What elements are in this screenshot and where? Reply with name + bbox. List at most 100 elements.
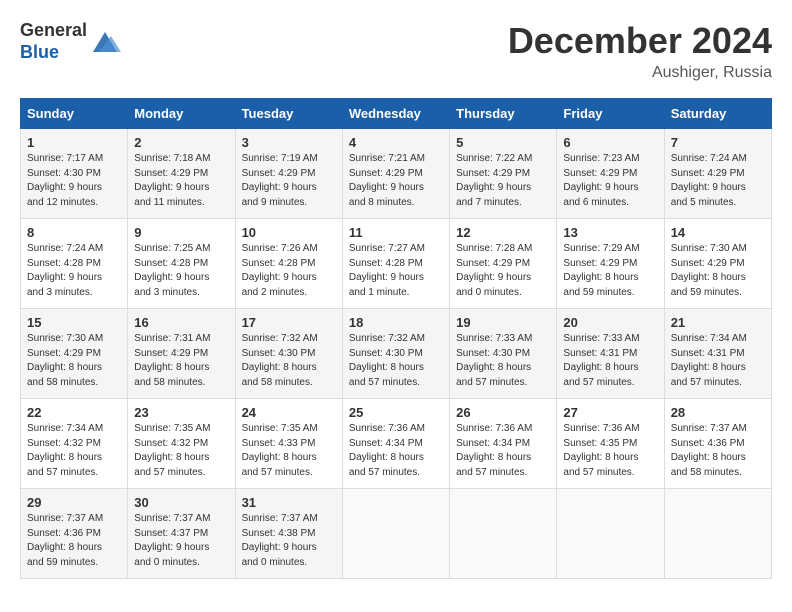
calendar-cell: 25Sunrise: 7:36 AMSunset: 4:34 PMDayligh…: [342, 399, 449, 489]
day-info: Sunrise: 7:37 AMSunset: 4:38 PMDaylight:…: [242, 512, 336, 570]
day-number: 20: [563, 315, 657, 330]
calendar-cell: 20 Sunrise: 7:33 AMSunset: 4:31 PMDayligh…: [557, 309, 664, 399]
day-number: 1: [27, 135, 121, 150]
day-number: 14: [671, 225, 765, 240]
calendar-week-1: 1Sunrise: 7:17 AMSunset: 4:30 PMDaylight…: [21, 129, 772, 219]
day-info: Sunrise: 7:37 AMSunset: 4:36 PMDaylight:…: [27, 512, 121, 570]
title-area: December 2024 Aushiger, Russia: [508, 20, 772, 82]
day-info: Sunrise: 7:31 AMSunset: 4:29 PMDaylight:…: [134, 332, 228, 390]
calendar-cell: 24 Sunrise: 7:35 AMSunset: 4:33 PMDayligh…: [235, 399, 342, 489]
calendar-cell: 30 Sunrise: 7:37 AMSunset: 4:37 PMDayligh…: [128, 489, 235, 579]
weekday-header-sunday: Sunday: [21, 99, 128, 129]
day-number: 8: [27, 225, 121, 240]
day-info: Sunrise: 7:24 AMSunset: 4:28 PMDaylight:…: [27, 242, 121, 300]
day-number: 13: [563, 225, 657, 240]
calendar-cell: [664, 489, 771, 579]
day-info: Sunrise: 7:30 AMSunset: 4:29 PMDaylight:…: [671, 242, 765, 300]
calendar-cell: 18 Sunrise: 7:32 AMSunset: 4:30 PMDayligh…: [342, 309, 449, 399]
day-number: 22: [27, 405, 121, 420]
day-number: 31: [242, 495, 336, 510]
day-info: Sunrise: 7:28 AMSunset: 4:29 PMDaylight:…: [456, 242, 550, 300]
calendar-cell: 3 Sunrise: 7:19 AMSunset: 4:29 PMDaylight…: [235, 129, 342, 219]
day-number: 30: [134, 495, 228, 510]
calendar-body: 1Sunrise: 7:17 AMSunset: 4:30 PMDaylight…: [21, 129, 772, 579]
day-number: 24: [242, 405, 336, 420]
day-number: 10: [242, 225, 336, 240]
calendar-cell: [557, 489, 664, 579]
calendar-cell: 5Sunrise: 7:22 AMSunset: 4:29 PMDaylight…: [450, 129, 557, 219]
day-number: 21: [671, 315, 765, 330]
day-number: 17: [242, 315, 336, 330]
calendar-cell: 17 Sunrise: 7:32 AMSunset: 4:30 PMDayligh…: [235, 309, 342, 399]
weekday-header-monday: Monday: [128, 99, 235, 129]
calendar-cell: 11 Sunrise: 7:27 AMSunset: 4:28 PMDayligh…: [342, 219, 449, 309]
weekday-header-friday: Friday: [557, 99, 664, 129]
day-info: Sunrise: 7:18 AMSunset: 4:29 PMDaylight:…: [134, 152, 228, 210]
day-info: Sunrise: 7:33 AMSunset: 4:31 PMDaylight:…: [563, 332, 657, 390]
day-info: Sunrise: 7:27 AMSunset: 4:28 PMDaylight:…: [349, 242, 443, 300]
day-info: Sunrise: 7:29 AMSunset: 4:29 PMDaylight:…: [563, 242, 657, 300]
weekday-header-row: SundayMondayTuesdayWednesdayThursdayFrid…: [21, 99, 772, 129]
day-info: Sunrise: 7:19 AMSunset: 4:29 PMDaylight:…: [242, 152, 336, 210]
calendar-week-2: 8 Sunrise: 7:24 AMSunset: 4:28 PMDaylight…: [21, 219, 772, 309]
day-info: Sunrise: 7:26 AMSunset: 4:28 PMDaylight:…: [242, 242, 336, 300]
header: General Blue December 2024 Aushiger, Rus…: [20, 20, 772, 82]
day-info: Sunrise: 7:23 AMSunset: 4:29 PMDaylight:…: [563, 152, 657, 210]
calendar-cell: 15Sunrise: 7:30 AMSunset: 4:29 PMDayligh…: [21, 309, 128, 399]
day-number: 26: [456, 405, 550, 420]
day-number: 16: [134, 315, 228, 330]
day-info: Sunrise: 7:34 AMSunset: 4:31 PMDaylight:…: [671, 332, 765, 390]
day-info: Sunrise: 7:21 AMSunset: 4:29 PMDaylight:…: [349, 152, 443, 210]
day-info: Sunrise: 7:33 AMSunset: 4:30 PMDaylight:…: [456, 332, 550, 390]
calendar-cell: [342, 489, 449, 579]
calendar-cell: 27Sunrise: 7:36 AMSunset: 4:35 PMDayligh…: [557, 399, 664, 489]
weekday-header-wednesday: Wednesday: [342, 99, 449, 129]
location: Aushiger, Russia: [508, 64, 772, 82]
calendar-cell: 31 Sunrise: 7:37 AMSunset: 4:38 PMDayligh…: [235, 489, 342, 579]
calendar-cell: 23Sunrise: 7:35 AMSunset: 4:32 PMDayligh…: [128, 399, 235, 489]
calendar-cell: 9Sunrise: 7:25 AMSunset: 4:28 PMDaylight…: [128, 219, 235, 309]
logo-blue: Blue: [20, 42, 59, 62]
calendar-cell: 4 Sunrise: 7:21 AMSunset: 4:29 PMDaylight…: [342, 129, 449, 219]
day-info: Sunrise: 7:36 AMSunset: 4:35 PMDaylight:…: [563, 422, 657, 480]
calendar-cell: 13 Sunrise: 7:29 AMSunset: 4:29 PMDayligh…: [557, 219, 664, 309]
calendar-week-3: 15Sunrise: 7:30 AMSunset: 4:29 PMDayligh…: [21, 309, 772, 399]
day-number: 19: [456, 315, 550, 330]
day-info: Sunrise: 7:25 AMSunset: 4:28 PMDaylight:…: [134, 242, 228, 300]
day-number: 11: [349, 225, 443, 240]
calendar-cell: 19 Sunrise: 7:33 AMSunset: 4:30 PMDayligh…: [450, 309, 557, 399]
calendar-cell: 1Sunrise: 7:17 AMSunset: 4:30 PMDaylight…: [21, 129, 128, 219]
day-number: 4: [349, 135, 443, 150]
logo-general: General: [20, 20, 87, 40]
calendar-cell: [450, 489, 557, 579]
calendar-cell: 12 Sunrise: 7:28 AMSunset: 4:29 PMDayligh…: [450, 219, 557, 309]
calendar-cell: 7 Sunrise: 7:24 AMSunset: 4:29 PMDaylight…: [664, 129, 771, 219]
logo: General Blue: [20, 20, 121, 63]
calendar-week-5: 29Sunrise: 7:37 AMSunset: 4:36 PMDayligh…: [21, 489, 772, 579]
day-info: Sunrise: 7:32 AMSunset: 4:30 PMDaylight:…: [242, 332, 336, 390]
calendar-cell: 16 Sunrise: 7:31 AMSunset: 4:29 PMDayligh…: [128, 309, 235, 399]
day-info: Sunrise: 7:36 AMSunset: 4:34 PMDaylight:…: [456, 422, 550, 480]
calendar-week-4: 22 Sunrise: 7:34 AMSunset: 4:32 PMDayligh…: [21, 399, 772, 489]
calendar-cell: 21 Sunrise: 7:34 AMSunset: 4:31 PMDayligh…: [664, 309, 771, 399]
day-number: 7: [671, 135, 765, 150]
day-info: Sunrise: 7:32 AMSunset: 4:30 PMDaylight:…: [349, 332, 443, 390]
day-info: Sunrise: 7:35 AMSunset: 4:33 PMDaylight:…: [242, 422, 336, 480]
day-number: 5: [456, 135, 550, 150]
day-number: 3: [242, 135, 336, 150]
day-number: 23: [134, 405, 228, 420]
calendar-cell: 26 Sunrise: 7:36 AMSunset: 4:34 PMDayligh…: [450, 399, 557, 489]
calendar-cell: 22 Sunrise: 7:34 AMSunset: 4:32 PMDayligh…: [21, 399, 128, 489]
day-number: 12: [456, 225, 550, 240]
day-number: 18: [349, 315, 443, 330]
weekday-header-thursday: Thursday: [450, 99, 557, 129]
day-info: Sunrise: 7:37 AMSunset: 4:37 PMDaylight:…: [134, 512, 228, 570]
day-info: Sunrise: 7:34 AMSunset: 4:32 PMDaylight:…: [27, 422, 121, 480]
day-info: Sunrise: 7:24 AMSunset: 4:29 PMDaylight:…: [671, 152, 765, 210]
calendar-cell: 14 Sunrise: 7:30 AMSunset: 4:29 PMDayligh…: [664, 219, 771, 309]
calendar-cell: 29Sunrise: 7:37 AMSunset: 4:36 PMDayligh…: [21, 489, 128, 579]
month-title: December 2024: [508, 20, 772, 62]
weekday-header-saturday: Saturday: [664, 99, 771, 129]
calendar-cell: 28Sunrise: 7:37 AMSunset: 4:36 PMDayligh…: [664, 399, 771, 489]
day-info: Sunrise: 7:30 AMSunset: 4:29 PMDaylight:…: [27, 332, 121, 390]
